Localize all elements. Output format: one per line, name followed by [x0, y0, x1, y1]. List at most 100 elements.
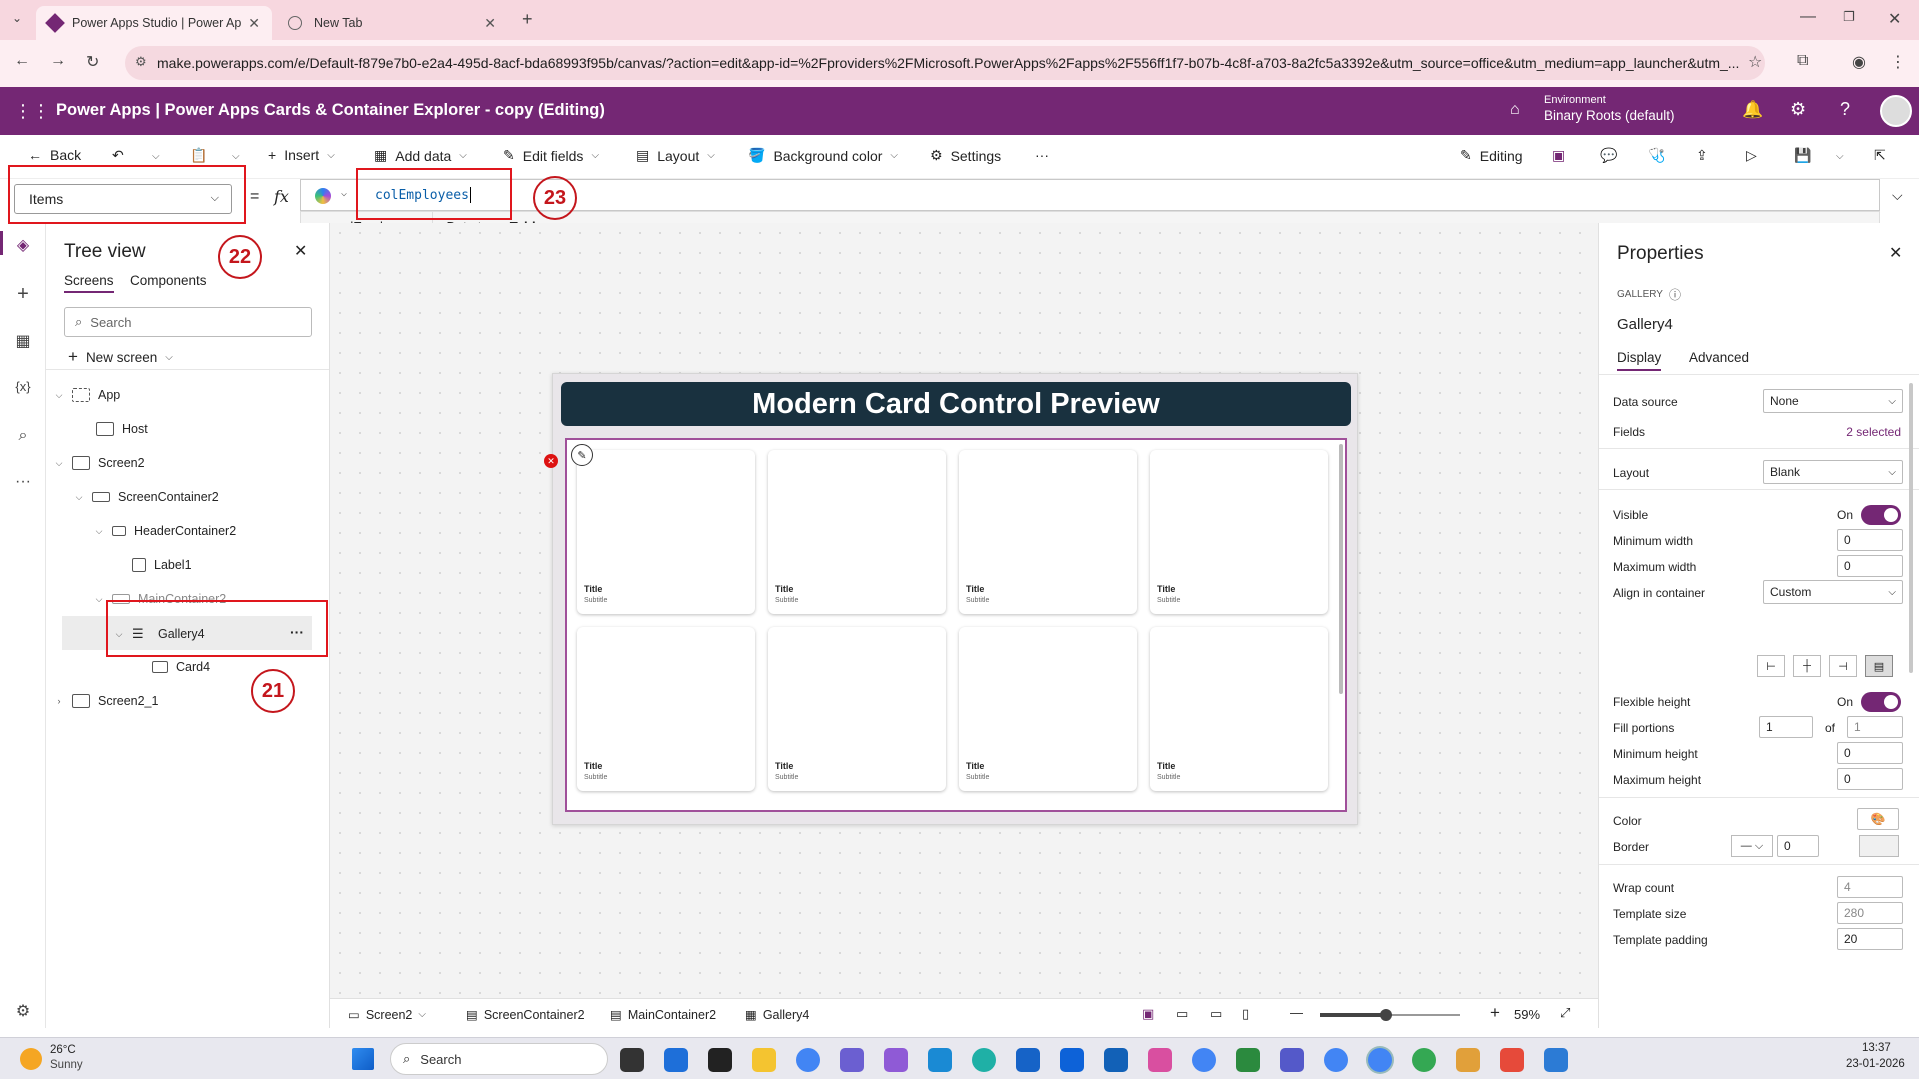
gallery-control[interactable]: Title Subtitle Title Subtitle Title Subtitl…	[565, 438, 1347, 812]
tree-node-host[interactable]: Host	[76, 422, 148, 436]
browser-menu-icon[interactable]: ⋮	[1890, 52, 1906, 72]
copilot-icon[interactable]	[1148, 1048, 1172, 1072]
task-view-icon[interactable]	[620, 1048, 644, 1072]
settings-button[interactable]: ⚙ Settings	[930, 147, 1001, 164]
gallery-card[interactable]: Title Subtitle	[959, 627, 1137, 791]
help-icon[interactable]: ⓘ	[1669, 286, 1681, 303]
tab-power-apps[interactable]: Power Apps Studio | Power Ap ✕	[36, 6, 272, 40]
close-icon[interactable]: ✕	[294, 241, 307, 261]
expand-formula-chevron-icon[interactable]: ⌵	[1892, 187, 1903, 204]
tree-node-screen2-1[interactable]: › Screen2_1	[52, 694, 158, 708]
wrap-count-input[interactable]: 4	[1837, 876, 1903, 898]
tab-new-tab[interactable]: New Tab ✕	[276, 6, 508, 40]
screen-preview[interactable]: Modern Card Control Preview Title Subtitl…	[552, 373, 1358, 825]
data-source-dropdown[interactable]: None ⌵	[1763, 389, 1903, 413]
border-style-dropdown[interactable]: — ⌵	[1731, 835, 1773, 857]
edge-icon[interactable]	[972, 1048, 996, 1072]
tree-node-label1[interactable]: Label1	[112, 558, 192, 572]
error-icon[interactable]: ✕	[544, 454, 558, 468]
align-center-icon[interactable]: ┼	[1793, 655, 1821, 677]
weather-sun-icon[interactable]	[20, 1048, 42, 1070]
header-label[interactable]: Modern Card Control Preview	[561, 382, 1351, 426]
tree-view-layers-icon[interactable]: ◈	[13, 235, 33, 255]
border-width-input[interactable]: 0	[1777, 835, 1819, 857]
site-info-icon[interactable]: ⚙	[135, 54, 147, 70]
gallery-card[interactable]: Title Subtitle	[1150, 450, 1328, 614]
environment-name[interactable]: Binary Roots (default)	[1544, 108, 1675, 123]
share-icon[interactable]: ⇪	[1696, 147, 1708, 164]
store-icon[interactable]	[1016, 1048, 1040, 1072]
align-stretch-icon[interactable]: ▤	[1865, 655, 1893, 677]
snipping-tool-icon[interactable]	[1456, 1048, 1480, 1072]
paste-chevron-icon[interactable]: ⌵	[232, 151, 240, 162]
zoom-slider-thumb[interactable]	[1380, 1009, 1392, 1021]
close-tab-icon[interactable]: ✕	[484, 15, 496, 32]
zoom-slider[interactable]	[1320, 1009, 1460, 1021]
gallery-card[interactable]: Title Subtitle	[577, 450, 755, 614]
recorder-icon[interactable]	[1500, 1048, 1524, 1072]
photos-icon[interactable]	[1544, 1048, 1568, 1072]
edit-gallery-pencil-icon[interactable]: ✎	[571, 444, 593, 466]
fit-to-screen-icon[interactable]: ⤢	[1560, 1005, 1570, 1021]
border-color-swatch[interactable]	[1859, 835, 1899, 857]
comments-icon[interactable]: 💬	[1600, 147, 1617, 164]
chrome-profile-icon[interactable]	[1192, 1048, 1216, 1072]
visual-studio-icon[interactable]	[884, 1048, 908, 1072]
file-explorer-icon[interactable]	[752, 1048, 776, 1072]
insert-button[interactable]: + Insert ⌵	[268, 147, 335, 163]
undo-icon[interactable]: ↶	[112, 147, 124, 164]
undo-chevron-icon[interactable]: ⌵	[152, 151, 160, 162]
design-canvas[interactable]: Modern Card Control Preview Title Subtitl…	[330, 223, 1598, 998]
fields-link[interactable]: 2 selected	[1846, 425, 1901, 439]
windows-start-icon[interactable]	[352, 1048, 374, 1070]
gallery-card[interactable]: Title Subtitle	[959, 450, 1137, 614]
tree-node-headercontainer2[interactable]: ⌵ HeaderContainer2	[92, 524, 237, 538]
amazon-icon[interactable]	[708, 1048, 732, 1072]
paste-icon[interactable]: 📋	[190, 147, 207, 164]
min-height-input[interactable]: 0	[1837, 742, 1903, 764]
editing-mode-button[interactable]: ✎ Editing	[1460, 147, 1523, 164]
fill-portions-input[interactable]: 1	[1759, 716, 1813, 738]
search-icon[interactable]: ⌕	[13, 427, 33, 445]
notifications-bell-icon[interactable]: 🔔	[1742, 100, 1763, 120]
save-icon[interactable]: 💾	[1794, 147, 1811, 164]
user-avatar[interactable]	[1880, 95, 1912, 127]
save-chevron-icon[interactable]: ⌵	[1836, 151, 1844, 162]
variables-icon[interactable]: {x}	[13, 379, 33, 394]
close-tab-icon[interactable]: ✕	[248, 15, 260, 32]
bing-icon[interactable]	[664, 1048, 688, 1072]
align-start-icon[interactable]: ⊢	[1757, 655, 1785, 677]
breadcrumb-gallery4[interactable]: ▦ Gallery4	[745, 1007, 809, 1023]
color-picker-paint-icon[interactable]: 🎨	[1857, 808, 1899, 830]
restore-icon[interactable]: ❐	[1843, 9, 1855, 25]
tree-node-app[interactable]: ⌵ App	[52, 388, 120, 402]
tree-search-input[interactable]: ⌕ Search	[64, 307, 312, 337]
gallery-card[interactable]: Title Subtitle	[1150, 627, 1328, 791]
layout-button[interactable]: ▤ Layout ⌵	[636, 147, 715, 164]
extensions-icon[interactable]: ⧉	[1797, 52, 1808, 70]
visible-toggle[interactable]	[1861, 505, 1901, 525]
tab-screens[interactable]: Screens	[64, 273, 114, 293]
chrome-profile-icon[interactable]	[1412, 1048, 1436, 1072]
min-width-input[interactable]: 0	[1837, 529, 1903, 551]
outlook-icon[interactable]	[1104, 1048, 1128, 1072]
url-field[interactable]: ⚙ make.powerapps.com/e/Default-f879e7b0-…	[125, 46, 1765, 80]
more-icon[interactable]: ···	[13, 473, 33, 491]
chrome-icon[interactable]	[796, 1048, 820, 1072]
tree-node-screen2[interactable]: ⌵ Screen2	[52, 456, 145, 470]
max-width-input[interactable]: 0	[1837, 555, 1903, 577]
tree-node-card4[interactable]: Card4	[132, 660, 210, 674]
settings-gear-icon[interactable]: ⚙	[1790, 99, 1806, 120]
bookmark-star-icon[interactable]: ☆	[1748, 52, 1762, 72]
breadcrumb-screencontainer2[interactable]: ▤ ScreenContainer2	[466, 1007, 585, 1023]
settings-gear-icon[interactable]: ⚙	[13, 1001, 33, 1021]
gallery-card[interactable]: Title Subtitle	[768, 627, 946, 791]
gallery-scrollbar[interactable]	[1339, 444, 1343, 694]
copilot-panel-icon[interactable]: ▣	[1552, 147, 1565, 164]
align-end-icon[interactable]: ⊣	[1829, 655, 1857, 677]
add-data-button[interactable]: ▦ Add data ⌵	[374, 147, 467, 164]
control-name[interactable]: Gallery4	[1617, 316, 1673, 333]
zoom-in-icon[interactable]: +	[1490, 1003, 1500, 1023]
copilot-icon[interactable]	[315, 188, 331, 204]
zoom-out-icon[interactable]: —	[1290, 1005, 1303, 1020]
